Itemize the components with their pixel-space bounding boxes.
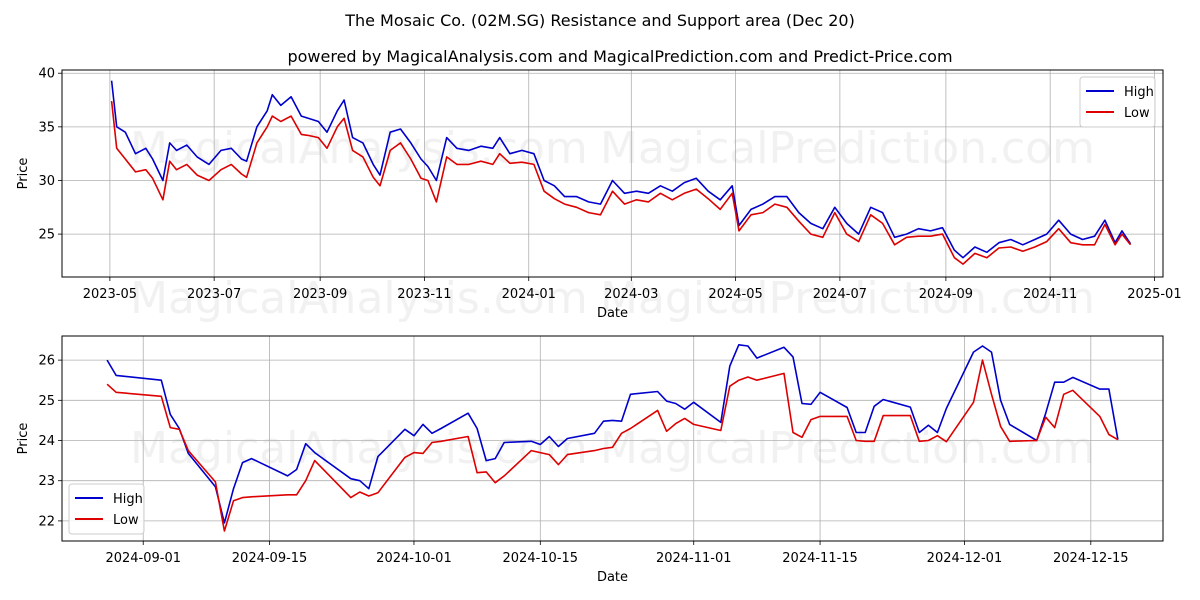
figure: The Mosaic Co. (02M.SG) Resistance and S… [16,11,1182,585]
x-tick-label: 2024-12-01 [927,551,1003,566]
watermark-analysis-top: MagicalAnalysis.com [130,123,588,174]
x-tick-label: 2025-01 [1127,287,1181,302]
x-tick-label: 2024-09-01 [105,551,181,566]
x-tick-label: 2024-03 [604,287,658,302]
watermark-prediction-top: MagicalPrediction.com [600,123,1095,174]
x-tick-label: 2024-11-15 [782,551,858,566]
legend-label-low: Low [113,513,139,528]
x-tick-label: 2024-10-15 [503,551,579,566]
legend-label-low: Low [1124,106,1150,121]
legend: High Low [68,483,145,535]
x-tick-label: 2023-09 [293,287,347,302]
y-axis-label: Price [16,423,31,455]
x-tick-label: 2023-11 [397,287,451,302]
y-tick-label: 25 [38,394,55,409]
y-tick-label: 30 [38,174,55,189]
y-tick-label: 24 [38,434,55,449]
x-tick-label: 2024-10-01 [376,551,452,566]
x-tick-label: 2024-05 [708,287,762,302]
chart-subtitle: powered by MagicalAnalysis.com and Magic… [287,47,952,66]
chart-title: The Mosaic Co. (02M.SG) Resistance and S… [344,11,855,30]
x-axis-label: Date [597,306,628,321]
x-tick-label: 2023-05 [83,287,137,302]
y-tick-label: 35 [38,120,55,135]
legend: High Low [1079,76,1156,128]
x-tick-label: 2024-07 [813,287,867,302]
y-tick-label: 22 [38,514,55,529]
x-tick-label: 2024-11-01 [656,551,732,566]
y-tick-label: 26 [38,354,55,369]
y-tick-label: 40 [38,67,55,82]
y-axis-label: Price [16,158,31,190]
x-tick-label: 2024-09-15 [232,551,308,566]
x-tick-label: 2024-12-15 [1053,551,1129,566]
x-tick-label: 2024-11 [1023,287,1077,302]
x-tick-label: 2023-07 [187,287,241,302]
x-tick-label: 2024-09 [919,287,973,302]
x-tick-label: 2024-01 [502,287,556,302]
legend-label-high: High [113,492,143,507]
x-axis-label: Date [597,570,628,585]
legend-label-high: High [1124,85,1154,100]
y-tick-label: 23 [38,474,55,489]
y-tick-label: 25 [38,228,55,243]
